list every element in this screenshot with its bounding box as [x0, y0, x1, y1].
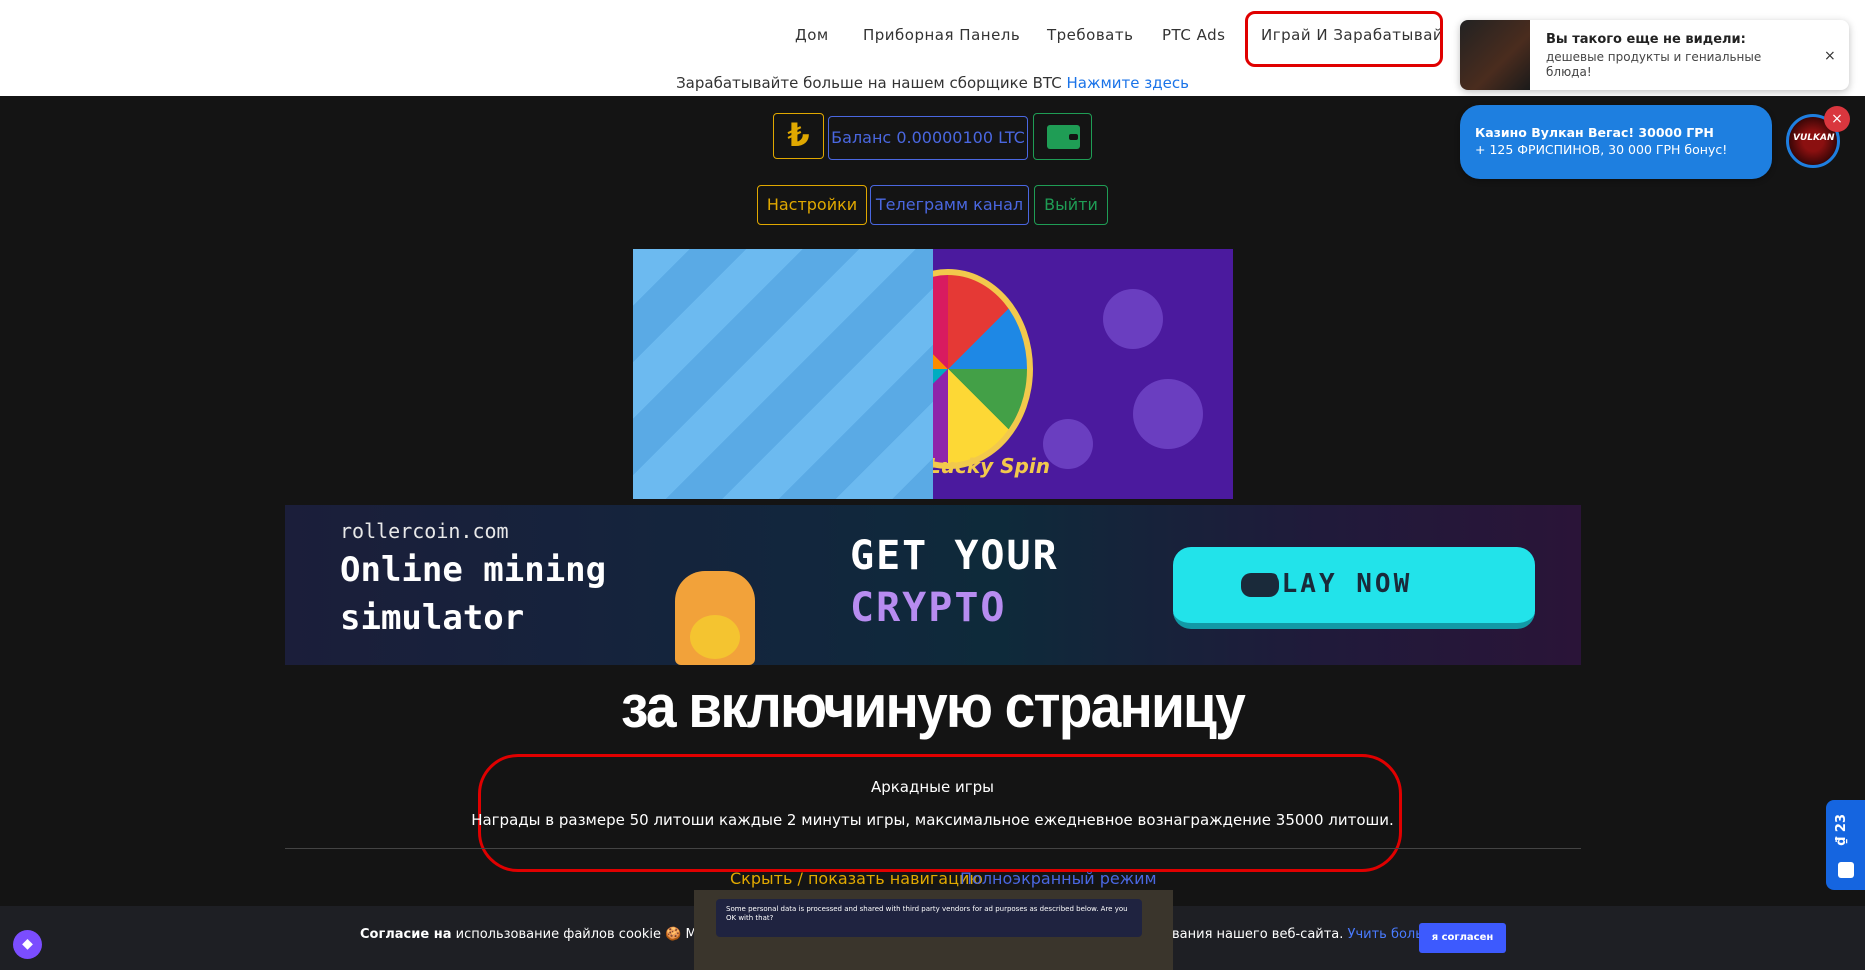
toggle-navigation-link[interactable]: Скрыть / показать навигацию: [730, 869, 983, 888]
currency-button[interactable]: ₺: [773, 113, 824, 159]
play-now-button[interactable]: PLAY NOW: [1173, 547, 1535, 629]
game-description: Награды в размере 50 литоши каждые 2 мин…: [471, 811, 1394, 829]
highlight-box-nav: [1245, 11, 1443, 67]
lucky-spin-logo: Lucky Spin: [933, 454, 1050, 478]
casino-ad-bubble[interactable]: Казино Вулкан Вегас! 30000 ГРН + 125 ФРИ…: [1460, 105, 1772, 179]
nav-claim[interactable]: Требовать: [1047, 26, 1133, 44]
push-notification[interactable]: Вы такого еще не видели: дешевые продукт…: [1460, 20, 1849, 90]
nav-home[interactable]: Дом: [795, 26, 829, 44]
wallet-icon-notch: [1069, 134, 1078, 140]
promo-link[interactable]: Нажмите здесь: [1066, 74, 1188, 92]
assistant-icon[interactable]: ◆: [13, 930, 42, 959]
side-tab[interactable]: ₫ 23: [1826, 800, 1865, 890]
banner-get: GET YOUR: [850, 533, 1059, 579]
ad-banner-left[interactable]: [633, 249, 933, 499]
casino-ad-subtitle: + 125 ФРИСПИНОВ, 30 000 ГРН бонус!: [1475, 142, 1728, 157]
cookie-text-tail-body: вания нашего веб-сайта.: [1172, 927, 1344, 942]
decor-circle: [1103, 289, 1163, 349]
wallet-button[interactable]: [1033, 113, 1092, 160]
banner-crypto: CRYPTO: [850, 585, 1007, 631]
notification-title: Вы такого еще не видели:: [1546, 32, 1746, 47]
wallet-icon: [1047, 125, 1080, 149]
settings-button[interactable]: Настройки: [757, 185, 867, 225]
bitcoin-icon: [690, 615, 740, 659]
fullscreen-link[interactable]: Полноэкранный режим: [960, 869, 1157, 888]
ad-lucky-spin[interactable]: Lucky Spin: [933, 249, 1233, 499]
divider: [285, 848, 1581, 849]
nav-ptc-ads[interactable]: PTC Ads: [1162, 26, 1225, 44]
notification-body: дешевые продукты и гениальные блюда!: [1546, 50, 1762, 79]
casino-logo-text: VULKAN: [1793, 133, 1835, 143]
bag-icon: [1838, 862, 1854, 878]
decor-circle: [1133, 379, 1203, 449]
cookie-text-bold: Согласие на: [360, 927, 452, 942]
consent-dialog: Some personal data is processed and shar…: [694, 890, 1173, 970]
banner-line1: Online mining: [340, 550, 607, 590]
rollercoin-banner[interactable]: rollercoin.com Online mining simulator G…: [285, 505, 1581, 665]
balance-display: Баланс 0.00000100 LTC: [828, 116, 1028, 160]
consent-notice: Some personal data is processed and shar…: [716, 899, 1142, 937]
play-now-label: PLAY NOW: [1263, 569, 1413, 599]
game-title: Аркадные игры: [870, 778, 995, 796]
cookie-text-tail: вания нашего веб-сайта. Учить больше: [1172, 927, 1443, 942]
close-icon[interactable]: ×: [1824, 48, 1836, 64]
side-tab-label: ₫ 23: [1834, 814, 1849, 846]
notification-thumbnail: [1460, 20, 1530, 90]
banner-site: rollercoin.com: [340, 519, 509, 543]
casino-ad-title: Казино Вулкан Вегас! 30000 ГРН: [1475, 125, 1714, 140]
banner-line2: simulator: [340, 598, 525, 638]
close-icon[interactable]: ×: [1824, 106, 1850, 132]
cookie-text: Согласие на использование файлов cookie …: [360, 927, 743, 942]
telegram-button[interactable]: Телеграмм канал: [870, 185, 1029, 225]
spin-wheel: [933, 269, 1033, 469]
overlay-heading: за включиную страницу: [620, 673, 1246, 740]
logout-button[interactable]: Выйти: [1034, 185, 1108, 225]
promo-text: Зарабатывайте больше на нашем сборщике B…: [676, 74, 1062, 92]
nav-dashboard[interactable]: Приборная Панель: [863, 26, 1020, 44]
accept-cookies-button[interactable]: я согласен: [1419, 923, 1506, 953]
decor-circle: [1043, 419, 1093, 469]
